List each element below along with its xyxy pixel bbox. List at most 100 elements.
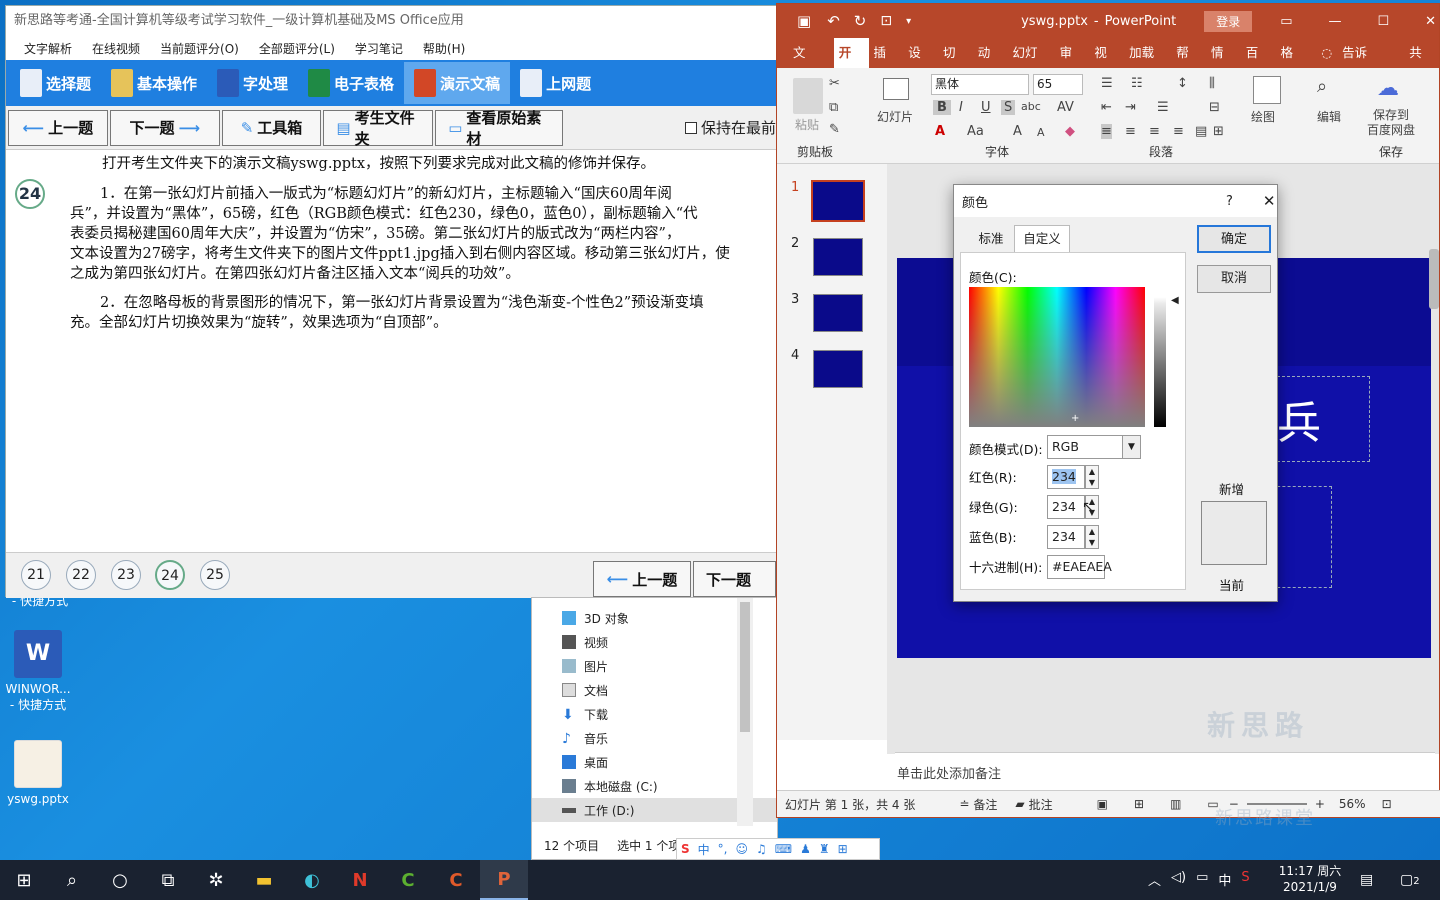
edge-icon[interactable]: ◐ [288,860,336,900]
color-spectrum[interactable] [969,287,1145,427]
luminance-slider[interactable] [1154,297,1166,427]
toolbox-icon[interactable]: ⊞ [838,842,848,856]
tab-insert[interactable]: 插入 [869,38,904,90]
tab-review[interactable]: 审阅 [1055,38,1090,90]
reading-view-icon[interactable]: ▥ [1170,797,1181,811]
font-name-select[interactable]: 黑体 [931,74,1029,95]
present-icon[interactable]: ⊡ [880,13,892,29]
change-case-icon[interactable]: Aa [967,124,984,139]
green-input[interactable]: 234 [1047,495,1085,519]
align-right-icon[interactable]: ≡ [1149,124,1160,139]
notes-pane[interactable]: 单击此处添加备注 [895,752,1435,790]
pinwheel-app-icon[interactable]: ✲ [192,860,240,900]
tab-story[interactable]: 情节 [1206,38,1241,90]
luminance-arrow-icon[interactable]: ◀ [1171,295,1179,306]
comment-icon[interactable]: ▰ [1015,797,1024,811]
explorer-scrollbar[interactable] [737,598,753,826]
sorter-view-icon[interactable]: ⊞ [1134,797,1144,811]
file-explorer-icon[interactable]: ▬ [240,860,288,900]
smartart-icon[interactable]: ⊞ [1213,124,1224,139]
char-spacing-icon[interactable]: AV [1057,100,1074,115]
menu-item[interactable]: 在线视频 [82,40,150,57]
ok-button[interactable]: 确定 [1197,225,1271,253]
bold-icon[interactable]: B [933,100,951,115]
zoom-in-icon[interactable]: + [1315,797,1325,811]
line-spacing-icon[interactable]: ↕ [1177,76,1188,91]
student-folder-button[interactable]: ▤ 考生文件夹 [323,109,434,148]
ribbon-options-icon[interactable]: ▭ [1280,14,1292,29]
menu-item[interactable]: 文字解析 [14,40,82,57]
subtitle-placeholder[interactable] [1272,486,1332,588]
help-button[interactable]: ? [1226,194,1233,209]
network-icon[interactable]: ▭ [1196,870,1208,889]
text-direction-icon[interactable]: ☰ [1157,100,1169,115]
cut-icon[interactable]: ✂ [829,76,840,91]
app-n-icon[interactable]: N [336,860,384,900]
page-link-22[interactable]: 22 [66,560,96,590]
fit-window-icon[interactable]: ⊡ [1382,797,1392,811]
comments-toggle[interactable]: 批注 [1029,796,1053,813]
share-button[interactable]: 共享 [1404,38,1439,90]
task-view-icon[interactable]: ⧉ [144,860,192,900]
view-source-button[interactable]: ▭ 查看原始素材 [435,109,563,148]
tab-file[interactable]: 文件 [777,38,834,90]
numbering-icon[interactable]: ☷ [1131,76,1143,91]
tool-ppt[interactable]: 演示文稿 [404,62,511,104]
sogou-icon[interactable]: S [1241,870,1249,889]
tab-standard[interactable]: 标准 [966,227,1016,251]
shapes-icon[interactable] [1253,76,1281,104]
notification-icon[interactable]: ▢2 [1400,872,1420,888]
tool-word[interactable]: 字处理 [207,62,298,104]
paste-icon[interactable] [793,78,823,114]
undo-icon[interactable]: ↶ [827,12,840,30]
tool-basic[interactable]: 基本操作 [101,62,207,104]
format-painter-icon[interactable]: ✎ [829,122,840,137]
login-button[interactable]: 登录 [1204,10,1253,32]
scrollbar-thumb[interactable] [740,602,750,732]
increase-indent-icon[interactable]: ⇥ [1125,100,1136,115]
page-link-25[interactable]: 25 [200,560,230,590]
strikethrough-icon[interactable]: abc [1021,100,1041,113]
columns-icon[interactable]: ⫼ [1209,76,1215,91]
cancel-button[interactable]: 取消 [1197,265,1271,293]
tab-format[interactable]: 格式 [1275,38,1310,90]
chevron-up-icon[interactable]: ︿ [1148,870,1161,889]
menu-item[interactable]: 全部题评分(L) [249,40,345,57]
color-mode-select[interactable]: RGB ▼ [1047,435,1141,459]
blue-spinner[interactable]: ▲ ▼ [1085,525,1099,549]
grow-font-icon[interactable]: A [1013,124,1022,139]
keep-on-top-checkbox[interactable]: 保持在最前 [684,117,776,138]
clock[interactable]: 11:17 周六 2021/1/9 [1270,863,1350,895]
tool-excel[interactable]: 电子表格 [298,62,404,104]
redo-icon[interactable]: ↻ [854,12,867,30]
tab-help[interactable]: 帮助 [1171,38,1206,90]
user-icon[interactable]: ♟ [800,842,811,856]
desktop-word-shortcut[interactable]: W WINWOR... - 快捷方式 [0,630,78,713]
sogou-icon[interactable]: S [681,842,690,856]
action-center-icon[interactable]: ▤ [1360,872,1373,888]
tab-design[interactable]: 设计 [903,38,938,90]
tab-view[interactable]: 视图 [1089,38,1124,90]
tell-me[interactable]: 告诉我 [1337,38,1384,90]
powerpoint-taskbar-icon[interactable]: P [480,860,528,900]
notes-icon[interactable]: ≐ [959,797,969,811]
red-input[interactable]: 234 [1047,465,1085,489]
tab-animations[interactable]: 动画 [973,38,1008,90]
distribute-icon[interactable]: ▤ [1195,124,1207,139]
microphone-icon[interactable]: ♫ [756,842,767,856]
menu-item[interactable]: 帮助(H) [413,40,475,57]
tab-baidu[interactable]: 百度 [1241,38,1276,90]
search-icon[interactable]: ⌕ [48,860,96,900]
new-slide-icon[interactable] [883,78,909,100]
desktop-pptx-file[interactable]: yswg.pptx [0,740,78,806]
baidu-cloud-icon[interactable]: ☁ [1377,76,1399,101]
slide-thumb-4[interactable] [813,350,863,388]
close-icon[interactable]: ✕ [1425,14,1436,29]
prev-question-button[interactable]: ⟵ 上一题 [8,109,108,146]
close-icon[interactable]: ✕ [1263,192,1276,210]
copy-icon[interactable]: ⧉ [829,100,838,115]
title-placeholder[interactable]: 兵 [1272,376,1370,462]
normal-view-icon[interactable]: ▣ [1097,797,1108,811]
slide-thumb-2[interactable] [813,238,863,276]
page-link-24[interactable]: 24 [155,560,185,590]
